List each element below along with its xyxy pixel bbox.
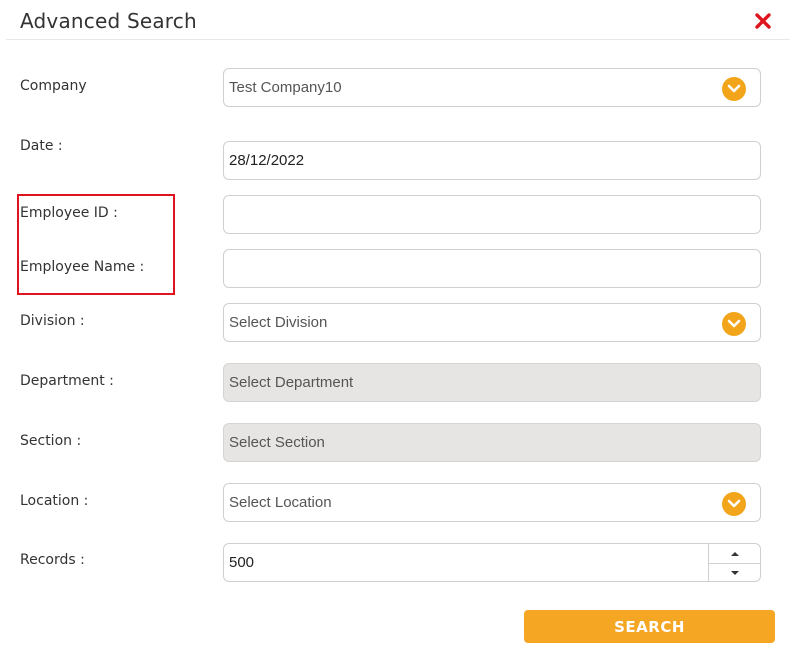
division-select-placeholder: Select Division <box>229 314 328 331</box>
division-select[interactable]: Select Division <box>223 303 761 342</box>
employee-name-field[interactable] <box>223 249 761 288</box>
records-field[interactable] <box>223 543 709 582</box>
location-select-placeholder: Select Location <box>229 494 332 511</box>
section-select: Select Section <box>223 423 761 462</box>
stepper-down-button[interactable] <box>709 563 760 582</box>
records-label: Records : <box>20 552 85 568</box>
search-button[interactable]: SEARCH <box>524 610 775 643</box>
department-select: Select Department <box>223 363 761 402</box>
date-input[interactable] <box>229 142 749 179</box>
caret-up-icon <box>730 551 739 556</box>
caret-down-icon <box>730 570 739 575</box>
date-label: Date : <box>20 138 63 154</box>
department-label: Department : <box>20 373 114 389</box>
employee-name-input[interactable] <box>229 250 749 287</box>
records-input[interactable] <box>229 544 699 581</box>
close-x-icon <box>755 13 771 29</box>
highlight-box <box>17 194 175 295</box>
department-select-placeholder: Select Department <box>229 374 354 391</box>
records-stepper[interactable] <box>708 543 761 582</box>
stepper-up-button[interactable] <box>709 544 760 564</box>
chevron-down-icon <box>722 312 746 336</box>
section-select-placeholder: Select Section <box>229 434 325 451</box>
location-select[interactable]: Select Location <box>223 483 761 522</box>
company-select-value: Test Company10 <box>229 79 342 96</box>
employee-id-field[interactable] <box>223 195 761 234</box>
chevron-down-icon <box>722 492 746 516</box>
date-field[interactable] <box>223 141 761 180</box>
chevron-down-icon <box>722 77 746 101</box>
header-divider <box>6 39 790 40</box>
company-select[interactable]: Test Company10 <box>223 68 761 107</box>
dialog-title: Advanced Search <box>20 9 197 33</box>
close-button[interactable] <box>752 10 774 32</box>
employee-id-input[interactable] <box>229 196 749 233</box>
division-label: Division : <box>20 313 85 329</box>
section-label: Section : <box>20 433 82 449</box>
company-label: Company <box>20 78 87 94</box>
location-label: Location : <box>20 493 89 509</box>
